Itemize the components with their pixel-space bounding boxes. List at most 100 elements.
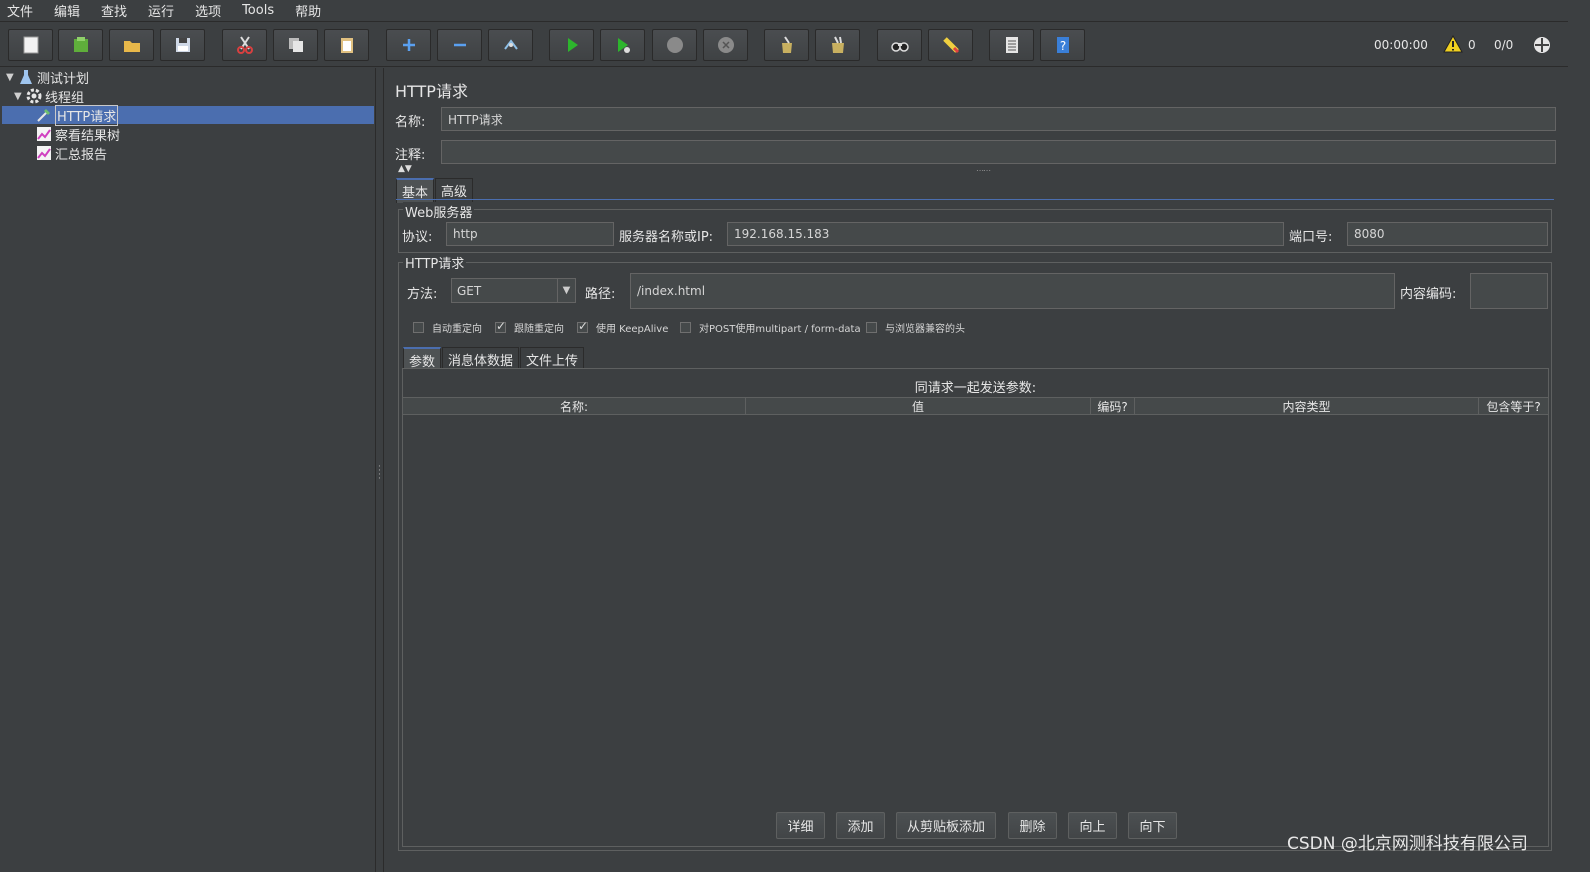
clear-all-button[interactable] (815, 29, 860, 61)
cut-button[interactable] (222, 29, 267, 61)
add-button[interactable]: 添加 (836, 812, 885, 839)
new-button[interactable] (8, 29, 53, 61)
tree-item-label: HTTP请求 (55, 104, 119, 126)
warning-icon[interactable] (1443, 35, 1463, 53)
chevron-down-icon[interactable]: ▼ (557, 279, 575, 302)
reset-search-button[interactable] (928, 29, 973, 61)
help-button[interactable]: ? (1040, 29, 1085, 61)
tree-item-view-results-tree[interactable]: 察看结果树 (36, 125, 120, 144)
remote-globe-icon[interactable] (1532, 35, 1552, 55)
templates-button[interactable] (58, 29, 103, 61)
server-label: 服务器名称或IP: (619, 230, 714, 245)
checkbox-box[interactable] (577, 319, 588, 333)
method-select[interactable]: GET ▼ (451, 278, 576, 303)
clear-icon (781, 36, 792, 53)
expand-button[interactable] (386, 29, 431, 61)
cut-icon (236, 36, 253, 54)
auto-redirect-checkbox[interactable]: 自动重定向 (413, 320, 482, 335)
clear-button[interactable] (764, 29, 809, 61)
detail-button[interactable]: 详细 (776, 812, 825, 839)
shutdown-icon (717, 37, 734, 53)
menu-run[interactable]: 运行 (145, 1, 177, 20)
thread-count: 0/0 (1494, 38, 1514, 52)
search-button[interactable] (877, 29, 922, 61)
protocol-field[interactable]: http (446, 222, 614, 246)
checkbox-box[interactable] (680, 322, 691, 333)
save-button[interactable] (160, 29, 205, 61)
comment-field[interactable] (441, 140, 1556, 164)
elapsed-time: 00:00:00 (1374, 38, 1428, 52)
chart-icon (36, 145, 52, 161)
tree-item-summary-report[interactable]: 汇总报告 (36, 144, 107, 163)
open-button[interactable] (109, 29, 154, 61)
name-label: 名称: (395, 115, 426, 130)
checkbox-label: 与浏览器兼容的头 (885, 324, 965, 335)
tree-item-test-plan[interactable]: ▼ 测试计划 (6, 68, 89, 87)
method-label: 方法: (407, 287, 438, 302)
tree-item-thread-group[interactable]: ▼ 线程组 (14, 87, 84, 106)
start-no-pause-button[interactable] (600, 29, 645, 61)
menu-help[interactable]: 帮助 (292, 1, 324, 20)
encoding-field[interactable] (1470, 273, 1548, 309)
column-content-type[interactable]: 内容类型 (1135, 398, 1479, 414)
column-encode[interactable]: 编码? (1091, 398, 1135, 414)
menu-edit[interactable]: 编辑 (51, 1, 83, 20)
protocol-label: 协议: (402, 230, 433, 245)
keepalive-checkbox[interactable]: 使用 KeepAlive (577, 319, 669, 335)
clear-all-icon (831, 36, 844, 53)
multipart-checkbox[interactable]: 对POST使用multipart / form-data (680, 320, 861, 335)
stop-button[interactable] (652, 29, 697, 61)
pipette-icon (36, 107, 52, 123)
parameters-caption: 同请求一起发送参数: (914, 381, 1037, 396)
follow-redirect-checkbox[interactable]: 跟随重定向 (495, 319, 564, 335)
column-value[interactable]: 值 (746, 398, 1091, 414)
test-plan-tree: ▼ 测试计划 ▼ 线程组 HTTP请求 察看结果树 汇总报告 (0, 68, 376, 872)
copy-button[interactable] (273, 29, 318, 61)
delete-button[interactable]: 删除 (1008, 812, 1057, 839)
parameters-panel: 同请求一起发送参数: 名称: 值 编码? 内容类型 包含等于? (402, 368, 1549, 847)
server-field[interactable]: 192.168.15.183 (727, 222, 1284, 246)
move-up-button[interactable]: 向上 (1068, 812, 1117, 839)
path-field[interactable]: /index.html (630, 273, 1395, 309)
checkbox-label: 自动重定向 (432, 324, 482, 335)
checkbox-label: 对POST使用multipart / form-data (699, 324, 861, 335)
start-button[interactable] (549, 29, 594, 61)
resize-grip-icon[interactable]: ⋯⋯ (976, 166, 991, 175)
warning-count: 0 (1468, 38, 1476, 52)
toggle-icon (503, 39, 518, 50)
paste-button[interactable] (324, 29, 369, 61)
checkbox-label: 跟随重定向 (514, 324, 564, 335)
move-down-button[interactable]: 向下 (1128, 812, 1177, 839)
toggle-button[interactable] (488, 29, 533, 61)
checkbox-label: 使用 KeepAlive (596, 324, 669, 335)
splitter-grip-icon[interactable]: · · · · (378, 463, 381, 484)
tree-item-http-request[interactable]: HTTP请求 (36, 104, 119, 126)
menu-search[interactable]: 查找 (98, 1, 130, 20)
checkbox-box[interactable] (495, 319, 506, 333)
templates-icon (73, 37, 88, 52)
watermark: CSDN @北京网测科技有限公司 (1287, 834, 1528, 854)
collapse-button[interactable] (437, 29, 482, 61)
menu-options[interactable]: 选项 (192, 1, 224, 20)
checkbox-box[interactable] (866, 322, 877, 333)
gear-icon (26, 88, 42, 104)
checkbox-box[interactable] (413, 322, 424, 333)
http-request-group-title: HTTP请求 (403, 253, 467, 272)
menu-tools[interactable]: Tools (239, 3, 277, 18)
port-field[interactable]: 8080 (1347, 222, 1548, 246)
browser-compatible-headers-checkbox[interactable]: 与浏览器兼容的头 (866, 320, 965, 335)
menu-file[interactable]: 文件 (4, 1, 36, 20)
collapse-arrows-icon[interactable]: ▲▼ (398, 164, 412, 174)
column-name[interactable]: 名称: (403, 398, 746, 414)
page-title: HTTP请求 (395, 82, 468, 101)
add-from-clipboard-button[interactable]: 从剪贴板添加 (896, 812, 996, 839)
help-icon: ? (1056, 37, 1069, 53)
expand-arrow-icon[interactable]: ▼ (6, 72, 16, 83)
function-helper-button[interactable] (989, 29, 1034, 61)
column-include-equals[interactable]: 包含等于? (1479, 398, 1548, 414)
start-icon (567, 38, 578, 52)
shutdown-button[interactable] (703, 29, 748, 61)
name-field[interactable]: HTTP请求 (441, 107, 1556, 131)
expand-arrow-icon[interactable]: ▼ (14, 91, 24, 102)
search-icon (890, 42, 909, 52)
